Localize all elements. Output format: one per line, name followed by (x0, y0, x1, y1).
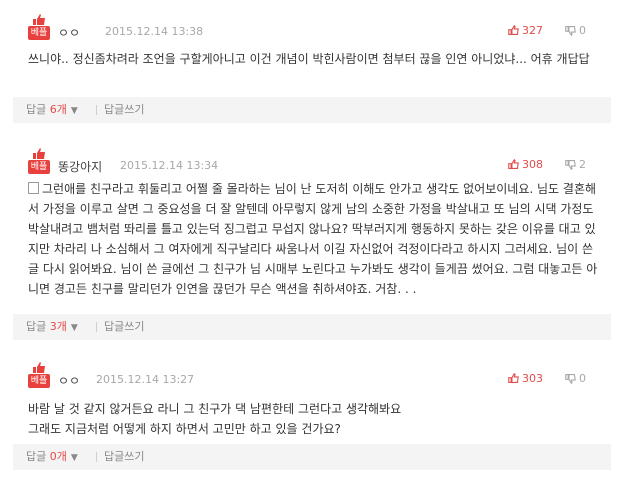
reply-toggle[interactable]: 답글 0개 ▼ (26, 444, 78, 471)
thumbs-up-icon (33, 148, 45, 159)
thumbs-up-icon (33, 362, 45, 373)
dislike-count: 0 (579, 24, 586, 37)
comment-line: 그래도 지금처럼 어떻게 하지 하면서 고민만 하고 있을 건가요? (28, 422, 341, 436)
comment: 베플 똥강아지 2015.12.14 13:34 308 2 그런애를 친구라고… (0, 148, 625, 340)
author-name[interactable]: ㅇㅇ (58, 24, 80, 41)
comment-text: 바람 날 것 같지 않거든요 라니 그 친구가 댁 남편한테 그런다고 생각해봐… (28, 399, 598, 439)
like-button[interactable]: 327 (508, 24, 543, 37)
comment-actions: 답글 3개 ▼ 답글쓰기 (13, 314, 611, 340)
reply-count: 6개 (49, 103, 67, 116)
thumbs-down-icon (565, 374, 576, 385)
thumbs-up-icon (508, 158, 519, 169)
reply-toggle[interactable]: 답글 6개 ▼ (26, 97, 78, 124)
thumbs-up-icon (33, 14, 45, 25)
comment: 베플 ㅇㅇ 2015.12.14 13:38 327 0 쓰니야.. 정신좀차려… (0, 14, 625, 123)
comment-date: 2015.12.14 13:38 (105, 25, 204, 38)
caret-down-icon: ▼ (70, 323, 78, 333)
thumbs-down-icon (565, 26, 576, 37)
reply-count: 3개 (49, 320, 67, 333)
comment-date: 2015.12.14 13:27 (96, 373, 195, 386)
comment-text: 그런애를 친구라고 휘둘리고 어쩔 줄 몰라하는 님이 난 도저히 이해도 안가… (28, 182, 598, 296)
like-button[interactable]: 308 (508, 158, 543, 171)
comment-line: 바람 날 것 같지 않거든요 라니 그 친구가 댁 남편한테 그런다고 생각해봐… (28, 402, 402, 416)
dislike-button[interactable]: 0 (565, 372, 586, 385)
dislike-button[interactable]: 0 (565, 24, 586, 37)
comment-header: 베플 똥강아지 2015.12.14 13:34 308 2 (28, 148, 608, 178)
like-button[interactable]: 303 (508, 372, 543, 385)
reply-label: 답글 (26, 450, 47, 463)
reply-count: 0개 (49, 450, 67, 463)
dislike-count: 2 (579, 158, 586, 171)
comment-actions: 답글 0개 ▼ 답글쓰기 (13, 444, 611, 470)
comment-header: 베플 ㅇㅇ 2015.12.14 13:38 327 0 (28, 14, 608, 44)
divider (96, 105, 97, 115)
write-reply-button[interactable]: 답글쓰기 (104, 314, 144, 340)
best-badge-label: 베플 (28, 26, 50, 40)
best-badge-label: 베플 (28, 374, 50, 388)
thumbs-up-icon (508, 372, 519, 383)
reply-toggle[interactable]: 답글 3개 ▼ (26, 314, 78, 341)
thumbs-up-icon (508, 24, 519, 35)
best-badge: 베플 (28, 148, 50, 176)
memo-icon (28, 182, 39, 194)
author-name[interactable]: ㅇㅇ (58, 372, 80, 389)
thumbs-down-icon (565, 160, 576, 171)
comment-actions: 답글 6개 ▼ 답글쓰기 (13, 97, 611, 123)
reply-label: 답글 (26, 320, 47, 333)
caret-down-icon: ▼ (70, 106, 78, 116)
reply-label: 답글 (26, 103, 47, 116)
comment: 베플 ㅇㅇ 2015.12.14 13:27 303 0 바람 날 것 같지 않… (0, 362, 625, 472)
like-count: 303 (522, 372, 543, 385)
dislike-button[interactable]: 2 (565, 158, 586, 171)
divider (96, 322, 97, 332)
like-count: 308 (522, 158, 543, 171)
dislike-count: 0 (579, 372, 586, 385)
author-name[interactable]: 똥강아지 (58, 158, 102, 175)
comment-date: 2015.12.14 13:34 (120, 159, 219, 172)
divider (96, 452, 97, 462)
best-badge: 베플 (28, 362, 50, 390)
like-count: 327 (522, 24, 543, 37)
best-badge: 베플 (28, 14, 50, 42)
caret-down-icon: ▼ (70, 453, 78, 463)
write-reply-button[interactable]: 답글쓰기 (104, 444, 144, 470)
best-badge-label: 베플 (28, 160, 50, 174)
comment-text: 쓰니야.. 정신좀차려라 조언을 구할게아니고 이건 개념이 박힌사람이면 첨부… (28, 52, 590, 66)
comment-text-block: 그런애를 친구라고 휘둘리고 어쩔 줄 몰라하는 님이 난 도저히 이해도 안가… (28, 179, 598, 299)
write-reply-button[interactable]: 답글쓰기 (104, 97, 144, 123)
comment-header: 베플 ㅇㅇ 2015.12.14 13:27 303 0 (28, 362, 608, 392)
